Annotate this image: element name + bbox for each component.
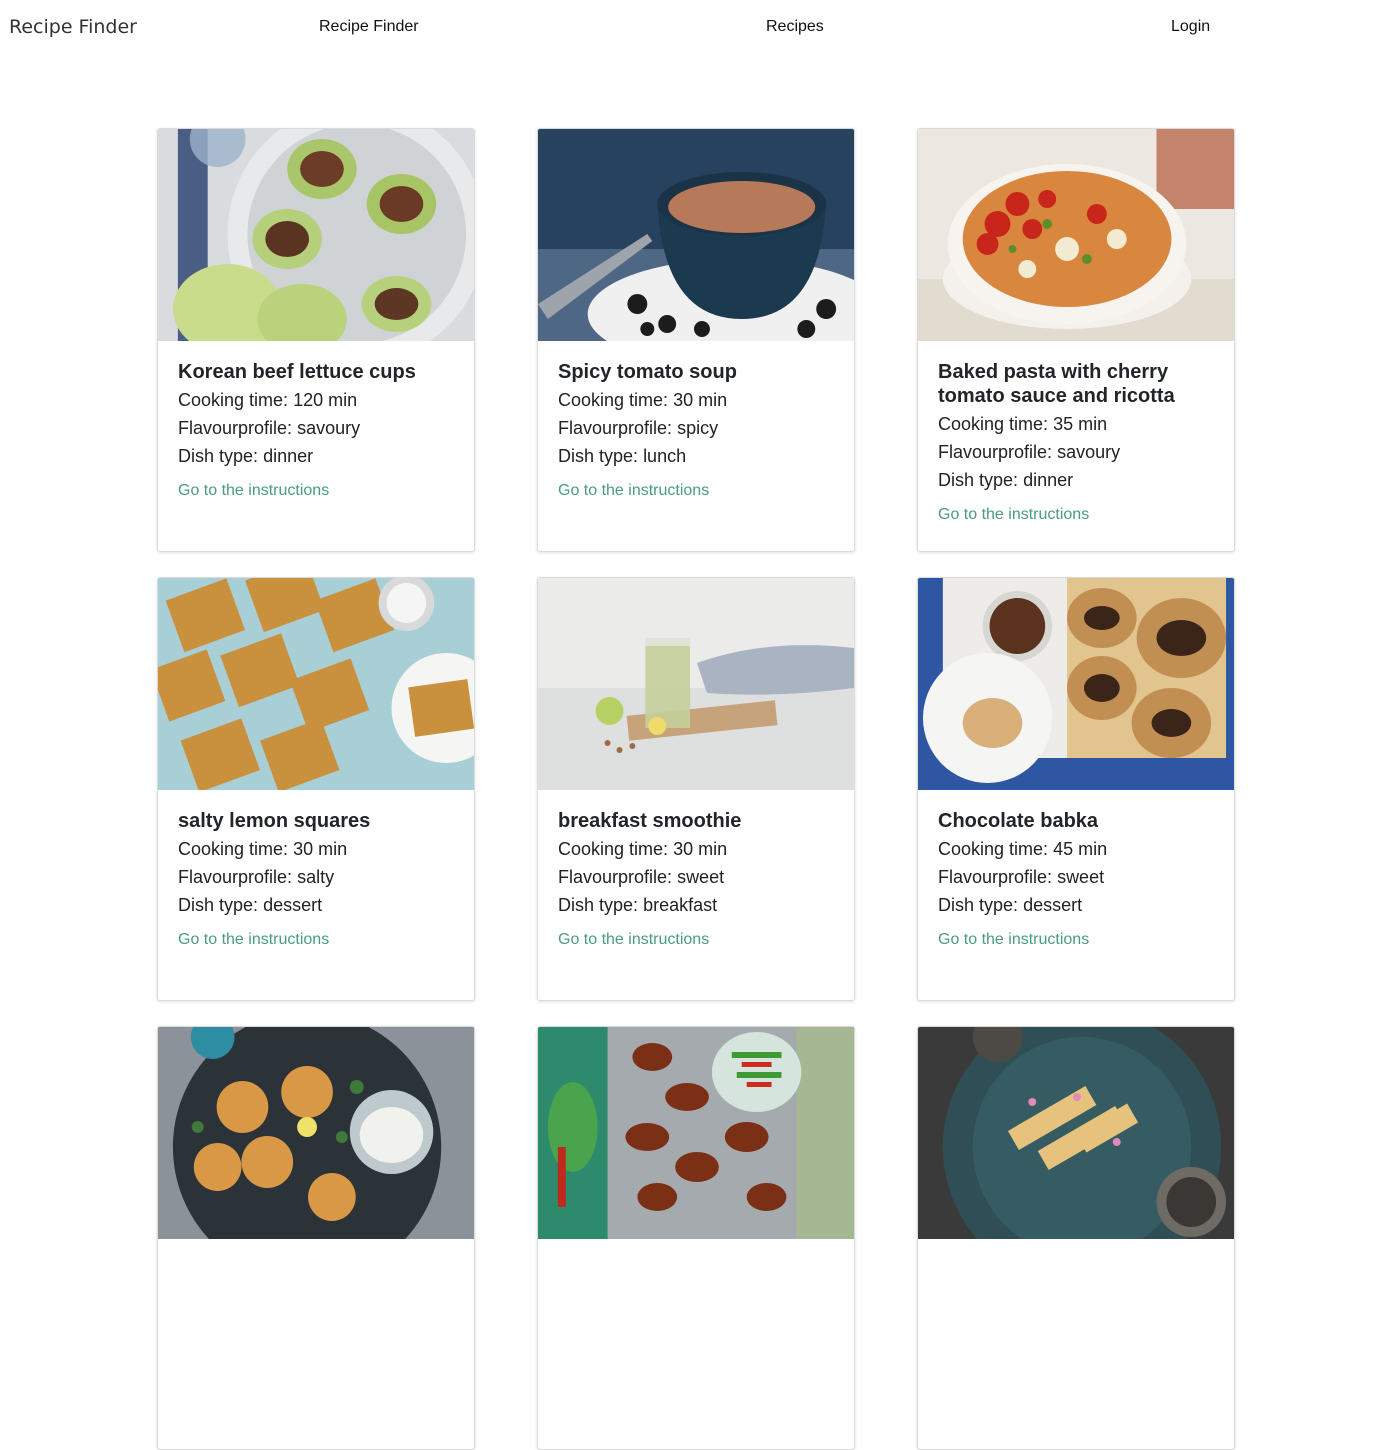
cooking-time-value: 30 min: [673, 839, 728, 859]
recipe-card: salty lemon squares Cooking time: 30 min…: [157, 577, 475, 1001]
recipe-image-fritters[interactable]: [158, 1027, 474, 1239]
cooking-time: Cooking time: 30 min: [178, 835, 454, 863]
cooking-time: Cooking time: 120 min: [178, 386, 454, 414]
cooking-time-value: 30 min: [293, 839, 348, 859]
flavour-label: Flavourprofile:: [178, 867, 293, 887]
flavour-profile: Flavourprofile: spicy: [558, 414, 834, 442]
dish-type-value: breakfast: [643, 895, 718, 915]
nav-link-recipe-finder[interactable]: Recipe Finder: [319, 18, 419, 36]
cooking-time-label: Cooking time:: [558, 839, 669, 859]
flavour-label: Flavourprofile:: [938, 442, 1053, 462]
flavour-value: spicy: [677, 418, 719, 438]
cooking-time-label: Cooking time:: [938, 414, 1049, 434]
recipe-title: Spicy tomato soup: [558, 361, 737, 383]
recipe-image-smoothie[interactable]: [538, 578, 854, 790]
dish-type-value: dessert: [263, 895, 323, 915]
recipe-card: [917, 1026, 1235, 1450]
dish-type: Dish type: lunch: [558, 442, 834, 470]
nav-link-login[interactable]: Login: [1171, 18, 1210, 36]
recipe-title: Korean beef lettuce cups: [178, 361, 416, 383]
recipe-card: Chocolate babka Cooking time: 45 min Fla…: [917, 577, 1235, 1001]
flavour-profile: Flavourprofile: savoury: [938, 438, 1214, 466]
dish-type: Dish type: breakfast: [558, 891, 834, 919]
recipe-card: Baked pasta with cherry tomato sauce and…: [917, 128, 1235, 552]
dish-type: Dish type: dinner: [178, 442, 454, 470]
cooking-time-label: Cooking time:: [178, 839, 289, 859]
flavour-profile: Flavourprofile: sweet: [938, 863, 1214, 891]
recipe-card: Korean beef lettuce cups Cooking time: 1…: [157, 128, 475, 552]
cooking-time: Cooking time: 30 min: [558, 386, 834, 414]
recipe-title: salty lemon squares: [178, 810, 371, 832]
dish-type-label: Dish type:: [178, 446, 259, 466]
flavour-value: sweet: [1057, 867, 1105, 887]
flavour-label: Flavourprofile:: [178, 418, 293, 438]
recipe-card: Spicy tomato soup Cooking time: 30 min F…: [537, 128, 855, 552]
instructions-link[interactable]: Go to the instructions: [558, 482, 709, 500]
navbar: Recipe Finder Recipe Finder Recipes Logi…: [0, 0, 1386, 58]
recipe-card: breakfast smoothie Cooking time: 30 min …: [537, 577, 855, 1001]
instructions-link[interactable]: Go to the instructions: [938, 931, 1089, 949]
dish-type-value: lunch: [643, 446, 687, 466]
dish-type-value: dinner: [1023, 470, 1074, 490]
instructions-link[interactable]: Go to the instructions: [938, 506, 1089, 524]
dish-type: Dish type: dessert: [178, 891, 454, 919]
dish-type-label: Dish type:: [558, 895, 639, 915]
cooking-time-label: Cooking time:: [178, 390, 289, 410]
dish-type-label: Dish type:: [178, 895, 259, 915]
recipe-title: breakfast smoothie: [558, 810, 742, 832]
recipe-grid: Korean beef lettuce cups Cooking time: 1…: [157, 128, 1237, 1450]
flavour-value: savoury: [1057, 442, 1121, 462]
recipe-card: [537, 1026, 855, 1450]
instructions-link[interactable]: Go to the instructions: [178, 931, 329, 949]
dish-type-label: Dish type:: [938, 470, 1019, 490]
dish-type: Dish type: dessert: [938, 891, 1214, 919]
flavour-value: savoury: [297, 418, 361, 438]
flavour-profile: Flavourprofile: sweet: [558, 863, 834, 891]
recipe-image-babka[interactable]: [918, 578, 1234, 790]
brand-logo[interactable]: Recipe Finder: [9, 16, 137, 38]
recipe-title: Baked pasta with cherry tomato sauce and…: [938, 361, 1175, 407]
cooking-time-value: 120 min: [293, 390, 358, 410]
recipe-card: [157, 1026, 475, 1450]
cooking-time-value: 35 min: [1053, 414, 1108, 434]
recipe-image-baked-pasta[interactable]: [918, 129, 1234, 341]
instructions-link[interactable]: Go to the instructions: [178, 482, 329, 500]
flavour-label: Flavourprofile:: [558, 867, 673, 887]
cooking-time-value: 30 min: [673, 390, 728, 410]
dish-type-label: Dish type:: [938, 895, 1019, 915]
cooking-time-label: Cooking time:: [558, 390, 669, 410]
recipe-image-korean-beef[interactable]: [158, 129, 474, 341]
flavour-value: sweet: [677, 867, 725, 887]
cooking-time: Cooking time: 45 min: [938, 835, 1214, 863]
flavour-value: salty: [297, 867, 335, 887]
cooking-time-value: 45 min: [1053, 839, 1108, 859]
instructions-link[interactable]: Go to the instructions: [558, 931, 709, 949]
recipe-image-lemon-squares[interactable]: [158, 578, 474, 790]
flavour-profile: Flavourprofile: salty: [178, 863, 454, 891]
dish-type-value: dinner: [263, 446, 314, 466]
recipe-image-tomato-soup[interactable]: [538, 129, 854, 341]
cooking-time: Cooking time: 30 min: [558, 835, 834, 863]
flavour-label: Flavourprofile:: [938, 867, 1053, 887]
dish-type-label: Dish type:: [558, 446, 639, 466]
nav-link-recipes[interactable]: Recipes: [766, 18, 824, 36]
recipe-title: Chocolate babka: [938, 810, 1099, 832]
cooking-time: Cooking time: 35 min: [938, 410, 1214, 438]
recipe-image-sticky-chicken[interactable]: [538, 1027, 854, 1239]
cooking-time-label: Cooking time:: [938, 839, 1049, 859]
dish-type: Dish type: dinner: [938, 466, 1214, 494]
recipe-image-plated-dish[interactable]: [918, 1027, 1234, 1239]
flavour-profile: Flavourprofile: savoury: [178, 414, 454, 442]
dish-type-value: dessert: [1023, 895, 1083, 915]
flavour-label: Flavourprofile:: [558, 418, 673, 438]
